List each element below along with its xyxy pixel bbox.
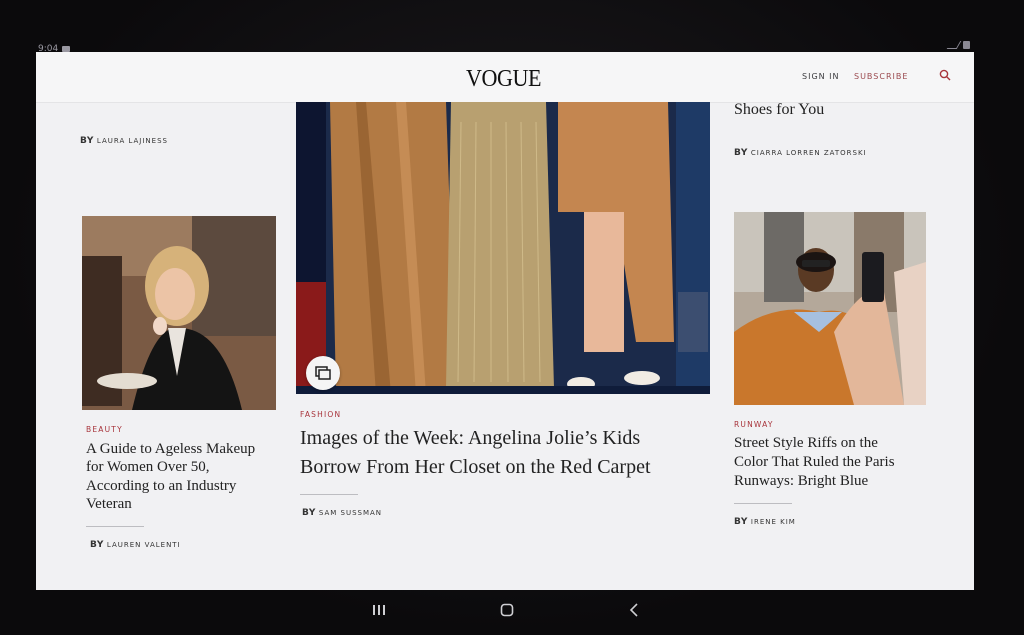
author-link[interactable]: LAUREN VALENTI: [107, 541, 181, 549]
status-indicators: [946, 41, 970, 49]
article-kicker[interactable]: FASHION: [300, 410, 341, 419]
vogue-logo[interactable]: VOGUE: [466, 66, 541, 93]
byline: BY CIARRA LORREN ZATORSKI: [734, 148, 867, 158]
fashion-article-image[interactable]: [296, 102, 710, 394]
site-header: VOGUE SIGN IN SUBSCRIBE: [36, 52, 974, 103]
subscribe-link[interactable]: SUBSCRIBE: [854, 72, 908, 81]
author-link[interactable]: SAM SUSSMAN: [319, 509, 382, 517]
divider: [86, 526, 144, 527]
article-kicker[interactable]: BEAUTY: [86, 425, 123, 434]
back-icon[interactable]: [629, 603, 639, 617]
article-headline[interactable]: A Guide to Ageless Makeup for Women Over…: [86, 440, 276, 514]
signal-icon: [946, 41, 962, 49]
runway-article-image[interactable]: [734, 212, 926, 405]
byline: BY LAUREN VALENTI: [90, 540, 181, 550]
browser-screen: VOGUE SIGN IN SUBSCRIBE BY LAURA LAJINESS…: [36, 52, 974, 590]
article-kicker[interactable]: RUNWAY: [734, 420, 774, 429]
article-headline[interactable]: Images of the Week: Angelina Jolie’s Kid…: [300, 424, 720, 482]
system-nav-bar: [0, 592, 1024, 635]
article-headline[interactable]: Street Style Riffs on the Color That Rul…: [734, 434, 944, 491]
home-icon[interactable]: [500, 603, 514, 617]
author-link[interactable]: LAURA LAJINESS: [97, 137, 168, 145]
byline: BY LAURA LAJINESS: [80, 136, 168, 146]
gallery-icon: [315, 366, 331, 380]
byline: BY SAM SUSSMAN: [302, 508, 383, 518]
author-link[interactable]: CIARRA LORREN ZATORSKI: [751, 149, 867, 157]
gallery-button[interactable]: [306, 356, 340, 390]
author-link[interactable]: IRENE KIM: [751, 518, 796, 526]
recents-icon[interactable]: [372, 604, 386, 616]
byline: BY IRENE KIM: [734, 517, 796, 527]
divider: [300, 494, 358, 495]
article-headline-fragment[interactable]: Shoes for You: [734, 100, 824, 120]
battery-icon: [963, 41, 970, 49]
divider: [734, 503, 792, 504]
beauty-article-image[interactable]: [82, 216, 276, 410]
sign-in-link[interactable]: SIGN IN: [802, 72, 840, 81]
search-icon[interactable]: [939, 69, 951, 81]
